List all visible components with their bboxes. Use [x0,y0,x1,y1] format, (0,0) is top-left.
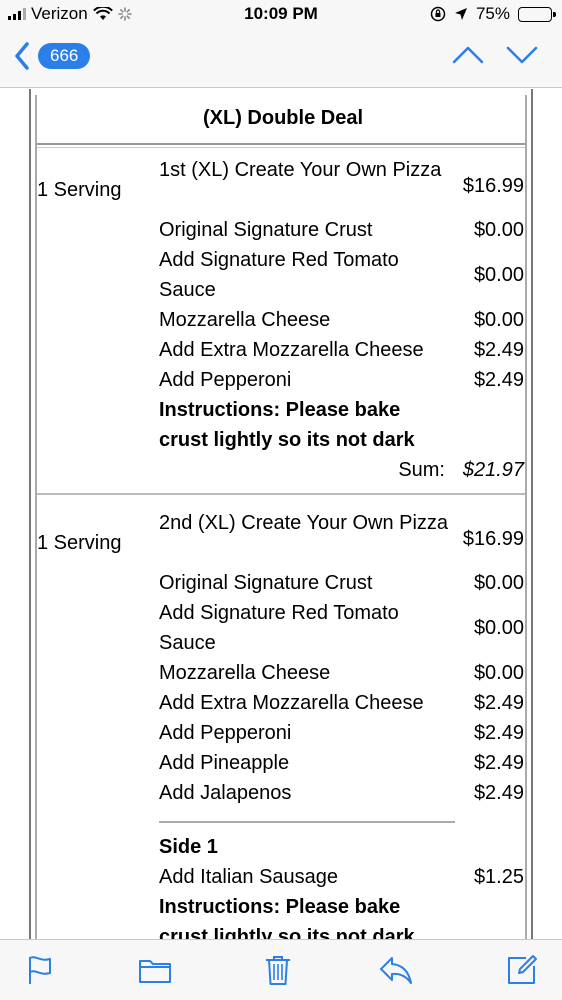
folder-icon[interactable] [138,954,172,986]
back-button[interactable]: 666 [14,42,91,70]
item-line: 2nd (XL) Create Your Own Pizza [159,512,449,534]
order-receipt: (XL) Double Deal 1 Serving 1st (XL) Crea… [29,89,533,939]
item-price: $0.00 [473,309,524,331]
item-instructions: Instructions: Please bake crust lightly … [159,399,415,451]
item-price: $2.49 [473,369,524,391]
item-instructions: Instructions: Please bake crust lightly … [159,896,415,939]
trash-icon[interactable] [262,954,294,986]
item-price: $2.49 [473,722,524,744]
divider [37,493,525,495]
item-price: $2.49 [473,339,524,361]
message-navigation [452,44,538,66]
item-price: $16.99 [462,528,524,550]
bottom-toolbar [0,939,562,1000]
reply-icon[interactable] [378,954,414,986]
item-line: Mozzarella Cheese [159,309,331,331]
item-line: Add Pepperoni [159,369,292,391]
side-title: Side 1 [159,836,218,858]
mail-nav-bar: 666 [0,30,562,88]
item-line: Mozzarella Cheese [159,662,331,684]
item-quantity: 1 Serving [37,532,122,554]
previous-message-button[interactable] [452,44,484,66]
item-line: Add Signature Red Tomato Sauce [159,602,399,654]
item-price: $2.49 [473,692,524,714]
sum-value: $21.97 [462,459,524,481]
compose-icon[interactable] [506,954,538,986]
item-price: $0.00 [473,617,524,639]
battery-percent: 75% [475,4,510,23]
chevron-left-icon [15,42,29,70]
battery-icon [518,6,556,22]
item-price: $2.49 [473,752,524,774]
divider [37,147,525,148]
item-price: $0.00 [473,219,524,241]
status-bar: Verizon 10:09 PM 75% [0,0,562,30]
item-price: $0.00 [473,264,524,286]
item-price: $16.99 [462,175,524,197]
divider [37,143,525,145]
receipt-table: (XL) Double Deal 1 Serving 1st (XL) Crea… [35,95,527,939]
item-line: Original Signature Crust [159,572,373,594]
status-right: 75% [430,4,556,24]
side-price: $1.25 [473,866,524,888]
sum-label: Sum: [398,459,445,481]
item-line: Add Pepperoni [159,722,292,744]
item-line: 1st (XL) Create Your Own Pizza [159,159,442,181]
item-price: $0.00 [473,662,524,684]
item-quantity: 1 Serving [37,179,122,201]
side-line: Add Italian Sausage [159,866,339,888]
unread-count-badge: 666 [38,43,91,69]
deal-title: (XL) Double Deal [202,107,363,129]
item-line: Add Pineapple [159,752,290,774]
item-price: $0.00 [473,572,524,594]
item-line: Original Signature Crust [159,219,373,241]
item-price: $2.49 [473,782,524,804]
next-message-button[interactable] [506,44,538,66]
item-line: Add Extra Mozzarella Cheese [159,339,424,361]
item-line: Add Extra Mozzarella Cheese [159,692,424,714]
side-divider [159,821,455,823]
location-icon [454,8,467,20]
rotation-lock-icon [430,6,446,22]
flag-icon[interactable] [24,954,56,986]
item-line: Add Jalapenos [159,782,292,804]
item-line: Add Signature Red Tomato Sauce [159,249,399,301]
